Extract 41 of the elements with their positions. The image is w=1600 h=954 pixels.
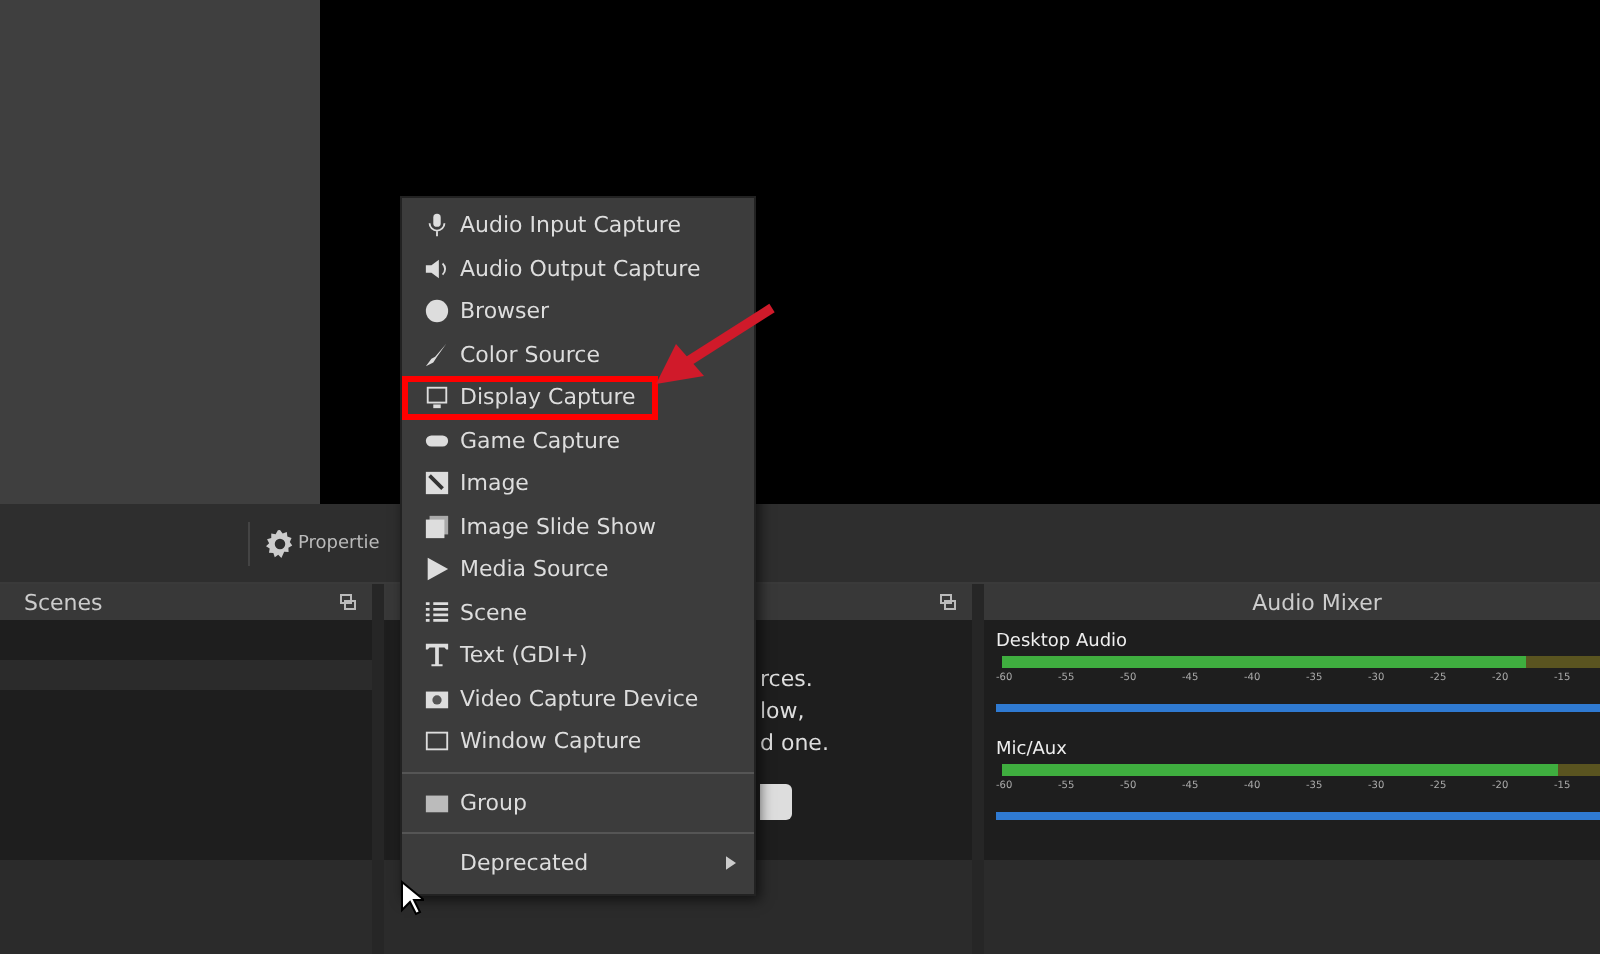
menu-item[interactable]: Game Capture [402, 419, 754, 462]
gear-icon [266, 529, 294, 557]
menu-item[interactable]: Media Source [402, 548, 754, 591]
menu-item[interactable]: Audio Output Capture [402, 247, 754, 290]
menu-item[interactable]: Display Capture [402, 376, 658, 419]
float-icon[interactable] [340, 594, 356, 610]
microphone-icon [423, 212, 449, 239]
dock-title: Audio Mixer [1252, 589, 1382, 615]
text-icon [423, 642, 449, 669]
volume-slider[interactable] [996, 812, 1600, 820]
partial-button[interactable] [760, 784, 792, 820]
hint-text: d one. [760, 728, 829, 760]
menu-item[interactable]: Group [402, 781, 754, 824]
menu-item[interactable]: Deprecated [402, 842, 754, 885]
window-icon [423, 728, 449, 755]
channel-name: Desktop Audio [996, 632, 1130, 652]
volume-slider[interactable] [996, 704, 1600, 712]
menu-item[interactable]: Video Capture Device [402, 677, 754, 720]
hint-text: low, [760, 696, 805, 728]
brush-icon [423, 341, 449, 368]
menu-item[interactable]: Image [402, 462, 754, 505]
channel-name: Mic/Aux [996, 740, 1069, 760]
dock-title: Scenes [24, 589, 103, 615]
menu-item[interactable]: Audio Input Capture [402, 204, 754, 247]
hint-text: rces. [760, 664, 813, 696]
menu-item[interactable]: Window Capture [402, 720, 754, 763]
list-icon [423, 599, 449, 626]
speaker-icon [423, 255, 449, 282]
submenu-arrow-icon [726, 856, 736, 871]
menu-item[interactable]: Image Slide Show [402, 505, 754, 548]
play-icon [423, 556, 449, 583]
menu-item[interactable]: Browser [402, 290, 754, 333]
slides-icon [423, 513, 449, 540]
image-icon [423, 470, 449, 497]
properties-button[interactable]: Propertie [262, 529, 384, 557]
monitor-icon [423, 384, 449, 411]
menu-item[interactable]: Text (GDI+) [402, 634, 754, 677]
cursor-icon [400, 880, 424, 916]
float-icon[interactable] [940, 594, 956, 610]
menu-item[interactable]: Scene [402, 591, 754, 634]
menu-item[interactable]: Color Source [402, 333, 754, 376]
